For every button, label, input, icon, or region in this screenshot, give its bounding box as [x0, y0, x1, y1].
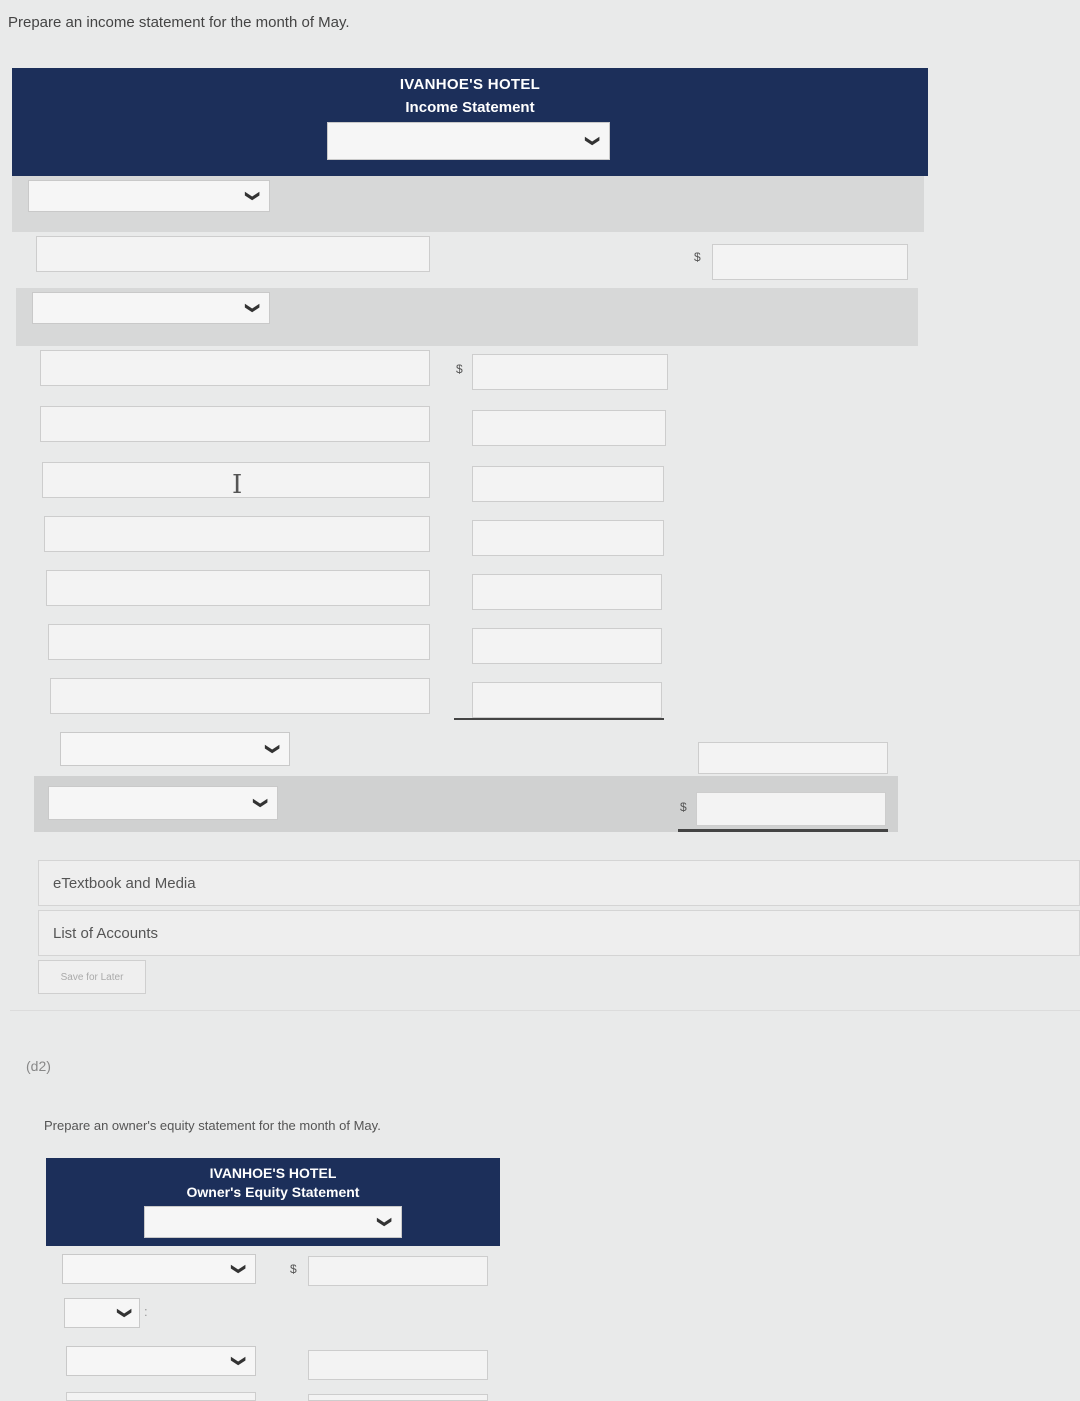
save-button[interactable]: Save for Later [38, 960, 146, 994]
section-select[interactable]: ❯ [28, 180, 270, 212]
statement-title: Income Statement [405, 99, 535, 116]
question-prompt: Prepare an income statement for the mont… [8, 14, 350, 31]
expense-amount-input[interactable] [472, 682, 662, 718]
currency-symbol: $ [456, 362, 463, 376]
amount-input[interactable] [712, 244, 908, 280]
part-label: (d2) [26, 1058, 51, 1074]
expense-account-input[interactable] [48, 624, 430, 660]
expense-amount-input[interactable] [472, 628, 662, 664]
total-amount-input[interactable] [698, 742, 888, 774]
question-prompt: Prepare an owner's equity statement for … [44, 1118, 381, 1133]
expense-amount-input[interactable] [472, 354, 668, 390]
expense-amount-input[interactable] [472, 574, 662, 610]
currency-symbol: $ [290, 1262, 297, 1276]
chevron-down-icon: ❯ [245, 302, 262, 314]
section-select[interactable]: ❯ [32, 292, 270, 324]
chevron-down-icon: ❯ [377, 1216, 394, 1228]
statement-title: Owner's Equity Statement [186, 1184, 360, 1200]
equity-select[interactable]: ❯ [66, 1346, 256, 1376]
text-cursor-icon: I [232, 470, 243, 500]
equity-select[interactable]: ❯ [62, 1254, 256, 1284]
expense-amount-input[interactable] [472, 410, 666, 446]
expense-amount-input[interactable] [472, 466, 664, 502]
expense-account-input[interactable] [46, 570, 430, 606]
chevron-down-icon: ❯ [253, 797, 270, 809]
account-input[interactable] [36, 236, 430, 272]
expense-amount-input[interactable] [472, 520, 664, 556]
etextbook-link[interactable]: eTextbook and Media [38, 860, 1080, 906]
operator-colon: : [144, 1304, 148, 1319]
chevron-down-icon: ❯ [585, 135, 602, 147]
chevron-down-icon: ❯ [117, 1307, 134, 1319]
chevron-down-icon: ❯ [245, 190, 262, 202]
equity-amount-input[interactable] [308, 1256, 488, 1286]
double-rule [678, 829, 888, 832]
currency-symbol: $ [680, 800, 687, 814]
net-income-select[interactable]: ❯ [48, 786, 278, 820]
currency-symbol: $ [694, 250, 701, 264]
company-name: IVANHOE'S HOTEL [399, 76, 541, 93]
chevron-down-icon: ❯ [231, 1263, 248, 1275]
chevron-down-icon: ❯ [231, 1355, 248, 1367]
subtotal-rule [454, 718, 664, 720]
expense-account-input[interactable] [50, 678, 430, 714]
expense-account-input[interactable] [40, 350, 430, 386]
equity-amount-input[interactable] [308, 1394, 488, 1401]
chevron-down-icon: ❯ [265, 743, 282, 755]
expense-account-input[interactable] [40, 406, 430, 442]
accounts-link[interactable]: List of Accounts [38, 910, 1080, 956]
section-divider [10, 1010, 1080, 1011]
expense-account-input[interactable] [44, 516, 430, 552]
equity-select[interactable] [66, 1392, 256, 1401]
equity-amount-input[interactable] [308, 1350, 488, 1380]
period-select[interactable]: ❯ [327, 122, 610, 160]
total-select[interactable]: ❯ [60, 732, 290, 766]
company-name: IVANHOE'S HOTEL [209, 1165, 337, 1181]
net-income-input[interactable] [696, 792, 886, 826]
operator-select[interactable]: ❯ [64, 1298, 140, 1328]
period-select[interactable]: ❯ [144, 1206, 402, 1238]
